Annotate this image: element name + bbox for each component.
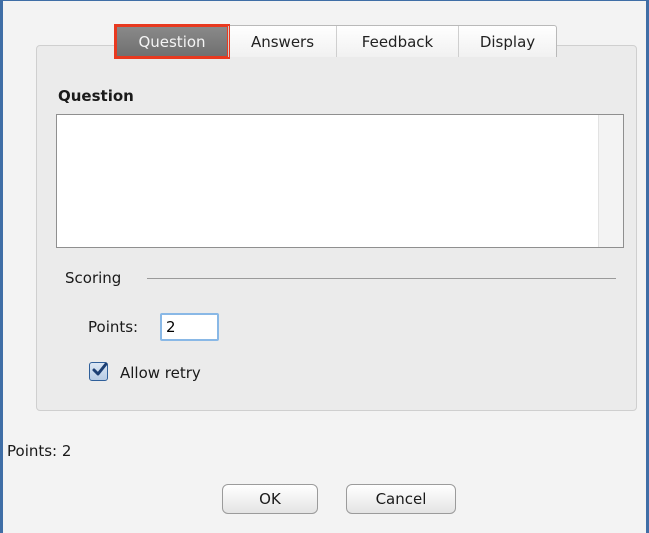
allow-retry-label: Allow retry — [120, 364, 201, 382]
checkmark-icon — [92, 362, 108, 376]
tab-feedback[interactable]: Feedback — [336, 26, 458, 57]
cancel-button[interactable]: Cancel — [346, 484, 456, 514]
tab-answers[interactable]: Answers — [228, 26, 336, 57]
scoring-divider — [147, 278, 616, 279]
tab-question[interactable]: Question — [114, 24, 230, 59]
tab-bar: Question Answers Feedback Display — [114, 24, 557, 59]
points-label: Points: — [88, 318, 139, 336]
points-summary: Points: 2 — [7, 442, 72, 460]
points-input[interactable] — [160, 313, 219, 341]
dialog-window: Question Answers Feedback Display Questi… — [0, 0, 649, 533]
tab-display[interactable]: Display — [458, 26, 556, 57]
ok-button[interactable]: OK — [222, 484, 318, 514]
question-heading: Question — [58, 87, 134, 105]
question-textarea[interactable] — [56, 114, 624, 248]
question-scrollbar[interactable] — [598, 115, 623, 247]
allow-retry-checkbox[interactable] — [89, 362, 108, 381]
scoring-legend: Scoring — [65, 269, 122, 287]
